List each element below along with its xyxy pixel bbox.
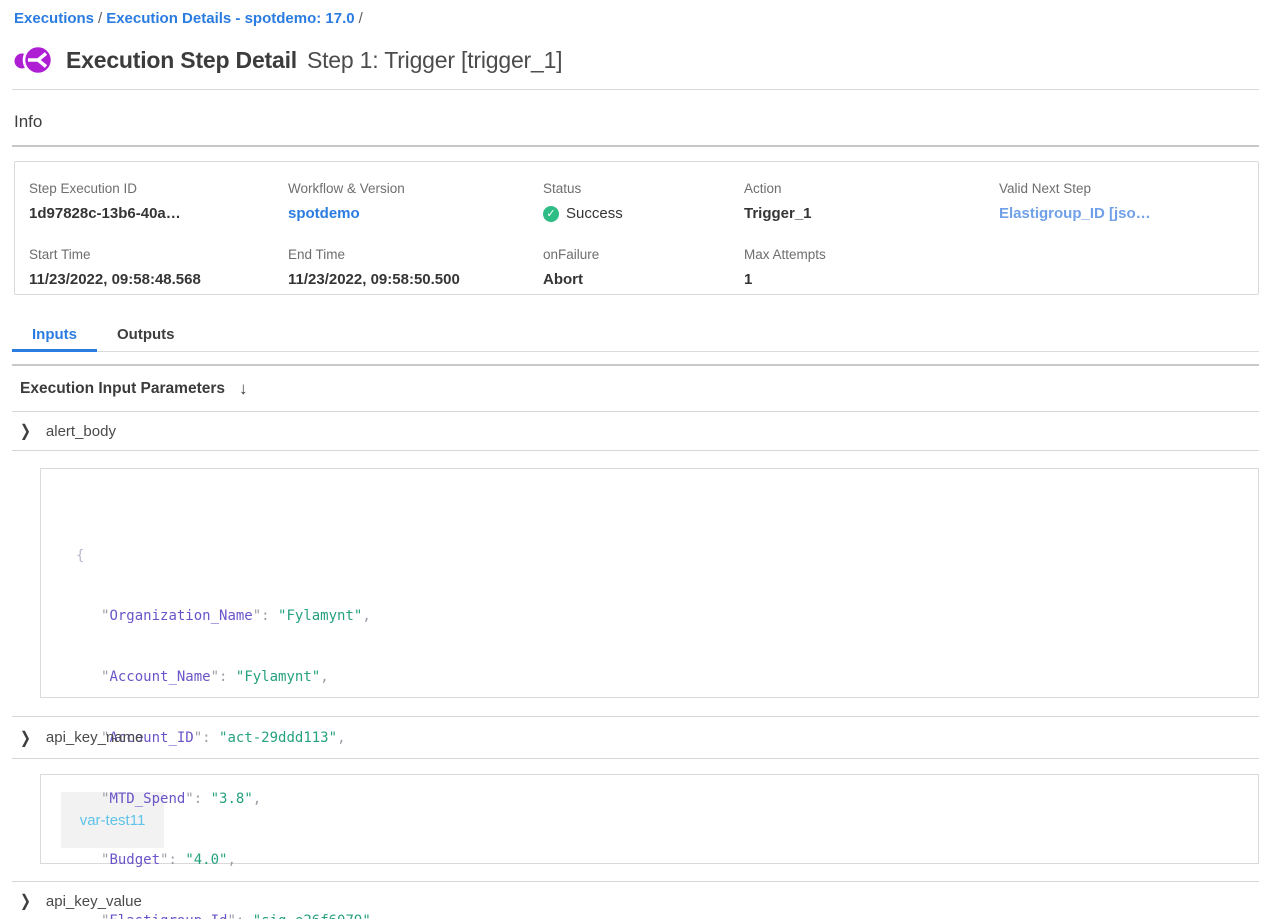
field-label: Step Execution ID — [29, 181, 288, 196]
json-line: { — [76, 546, 1258, 566]
field-label: End Time — [288, 247, 543, 262]
field-onfailure: onFailure Abort — [543, 247, 744, 295]
section-label: alert_body — [46, 423, 116, 440]
field-value: 1d97828c-13b6-40a… — [29, 205, 288, 222]
json-viewer: { "Organization_Name": "Fylamynt", "Acco… — [40, 468, 1259, 698]
field-value: Trigger_1 — [744, 205, 999, 222]
breadcrumb-link-execution-details[interactable]: Execution Details - spotdemo: 17.0 — [106, 10, 354, 27]
field-value: 1 — [744, 271, 999, 288]
download-arrow-icon[interactable]: ↓ — [239, 379, 248, 399]
field-value: 11/23/2022, 09:58:50.500 — [288, 271, 543, 288]
field-value: 11/23/2022, 09:58:48.568 — [29, 271, 288, 288]
status-text: Success — [566, 205, 623, 222]
page-subtitle: Step 1: Trigger [trigger_1] — [307, 47, 562, 74]
field-start-time: Start Time 11/23/2022, 09:58:48.568 — [29, 247, 288, 295]
field-label: Valid Next Step — [999, 181, 1244, 196]
field-workflow-version: Workflow & Version spotdemo — [288, 181, 543, 229]
field-label: Start Time — [29, 247, 288, 262]
success-check-icon: ✓ — [543, 206, 559, 222]
app-logo-icon — [14, 44, 56, 76]
header-divider — [12, 89, 1259, 90]
page-header: Execution Step Detail Step 1: Trigger [t… — [14, 42, 1272, 78]
breadcrumb-separator: / — [355, 10, 367, 27]
info-heading: Info — [14, 112, 1272, 132]
tab-inputs[interactable]: Inputs — [12, 319, 97, 352]
chevron-right-icon[interactable]: ❯ — [20, 728, 31, 748]
chevron-right-icon[interactable]: ❯ — [20, 421, 31, 441]
field-label: onFailure — [543, 247, 744, 262]
breadcrumb-link-executions[interactable]: Executions — [14, 10, 94, 27]
json-line: "Account_Name": "Fylamynt", — [76, 667, 1258, 687]
info-divider — [12, 145, 1259, 147]
breadcrumb: Executions/Execution Details - spotdemo:… — [0, 0, 1272, 27]
field-status: Status ✓ Success — [543, 181, 744, 229]
json-line: "Organization_Name": "Fylamynt", — [76, 606, 1258, 626]
status-badge: ✓ Success — [543, 205, 744, 222]
valid-next-step-link[interactable]: Elastigroup_ID [jso… — [999, 205, 1244, 222]
workflow-link[interactable]: spotdemo — [288, 205, 543, 222]
tab-outputs[interactable]: Outputs — [97, 319, 195, 352]
section-label: api_key_name — [46, 729, 144, 746]
params-header-label: Execution Input Parameters — [20, 380, 225, 398]
section-label: api_key_value — [46, 893, 142, 910]
tab-bar: Inputs Outputs — [12, 319, 1259, 352]
breadcrumb-separator: / — [94, 10, 106, 27]
field-max-attempts: Max Attempts 1 — [744, 247, 999, 295]
field-label: Max Attempts — [744, 247, 999, 262]
field-step-execution-id: Step Execution ID 1d97828c-13b6-40a… — [29, 181, 288, 229]
params-header: Execution Input Parameters ↓ — [12, 366, 1259, 412]
field-label: Status — [543, 181, 744, 196]
field-value: Abort — [543, 271, 744, 288]
chevron-right-icon[interactable]: ❯ — [20, 891, 31, 911]
alert-body-content: { "Organization_Name": "Fylamynt", "Acco… — [12, 451, 1259, 717]
section-row-alert-body[interactable]: ❯ alert_body — [12, 412, 1259, 451]
info-card: Step Execution ID 1d97828c-13b6-40a… Wor… — [14, 161, 1259, 295]
field-valid-next-step: Valid Next Step Elastigroup_ID [jso… — [999, 181, 1244, 229]
field-label: Action — [744, 181, 999, 196]
field-end-time: End Time 11/23/2022, 09:58:50.500 — [288, 247, 543, 295]
field-label: Workflow & Version — [288, 181, 543, 196]
field-action: Action Trigger_1 — [744, 181, 999, 229]
page-title: Execution Step Detail — [66, 47, 297, 74]
